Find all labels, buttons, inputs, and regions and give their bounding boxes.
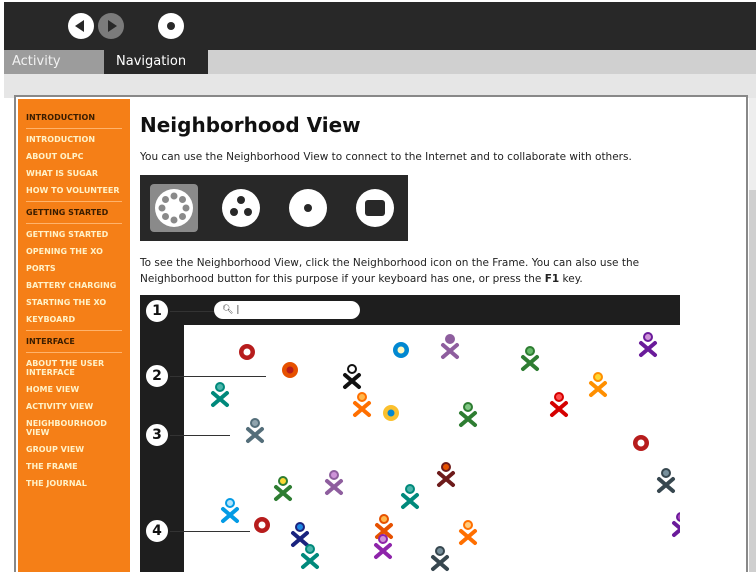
xo-buddy-icon[interactable] [441, 334, 459, 359]
xo-buddy-icon[interactable] [375, 514, 393, 539]
home-button[interactable] [158, 13, 184, 39]
sidebar-link[interactable]: STARTING THE XO [26, 298, 122, 307]
table-of-contents: INTRODUCTION INTRODUCTION ABOUT OLPC WHAT I… [18, 99, 130, 572]
xo-buddy-icon[interactable] [431, 546, 449, 571]
top-toolbar [4, 2, 756, 50]
instructions-paragraph: To see the Neighborhood View, click the … [140, 257, 640, 285]
xo-buddy-icon[interactable] [374, 534, 392, 559]
home-icon[interactable] [284, 184, 332, 232]
page-title: Neighborhood View [140, 113, 361, 137]
sidebar-section-heading[interactable]: GETTING STARTED [26, 208, 122, 217]
network-icon[interactable] [383, 405, 399, 421]
scrollbar-thumb[interactable] [749, 190, 756, 572]
sidebar-link[interactable]: INTRODUCTION [26, 135, 122, 144]
xo-buddy-icon[interactable] [246, 418, 264, 443]
xo-buddy-icon[interactable] [550, 392, 568, 417]
network-icon[interactable] [239, 344, 255, 360]
sidebar-link[interactable]: GROUP VIEW [26, 445, 122, 454]
sidebar-link[interactable]: PORTS [26, 264, 122, 273]
neighborhood-icons-strip [140, 175, 408, 241]
xo-buddy-icon[interactable] [401, 484, 419, 509]
network-icon[interactable] [282, 362, 298, 378]
xo-buddy-icon[interactable] [657, 468, 675, 493]
sidebar-link[interactable]: ABOUT OLPC [26, 152, 122, 161]
sidebar-link[interactable]: BATTERY CHARGING [26, 281, 122, 290]
f1-key: F1 [544, 273, 560, 285]
sidebar-link[interactable]: THE JOURNAL [26, 479, 122, 488]
neighborhood-screenshot: 🔍︎ | 1 2 3 4 [140, 295, 680, 572]
xo-buddy-icon[interactable] [589, 372, 607, 397]
sidebar-link[interactable]: HOW TO VOLUNTEER [26, 186, 122, 195]
network-icon[interactable] [254, 517, 270, 533]
xo-buddy-icon[interactable] [211, 382, 229, 407]
xo-buddy-icon[interactable] [672, 512, 680, 537]
callout-1: 1 [144, 298, 170, 324]
sidebar-link[interactable]: NEIGHBOURHOOD VIEW [26, 419, 122, 437]
document-frame: INTRODUCTION INTRODUCTION ABOUT OLPC WHAT I… [14, 95, 748, 572]
xo-buddy-icon[interactable] [301, 544, 319, 569]
network-icon[interactable] [633, 435, 649, 451]
xo-buddy-icon[interactable] [459, 520, 477, 545]
tab-bar: Activity Navigation [4, 50, 756, 74]
sidebar-link[interactable]: GETTING STARTED [26, 230, 122, 239]
sidebar-link[interactable]: WHAT IS SUGAR [26, 169, 122, 178]
callout-2: 2 [144, 363, 170, 389]
sidebar-link[interactable]: HOME VIEW [26, 385, 122, 394]
intro-paragraph: You can use the Neighborhood View to con… [140, 151, 632, 163]
xo-buddy-icon[interactable] [274, 476, 292, 501]
sidebar-section-heading[interactable]: INTERFACE [26, 337, 122, 346]
tab-activity[interactable]: Activity [4, 50, 104, 74]
activity-icon[interactable] [351, 184, 399, 232]
sidebar-link[interactable]: THE FRAME [26, 462, 122, 471]
tab-navigation[interactable]: Navigation [104, 50, 208, 74]
callout-4: 4 [144, 518, 170, 544]
group-icon[interactable] [217, 184, 265, 232]
back-button[interactable] [68, 13, 94, 39]
main-content: Neighborhood View You can use the Neighb… [140, 101, 740, 287]
back-arrow-icon [68, 13, 94, 39]
scrollbar[interactable] [749, 98, 756, 572]
forward-button[interactable] [98, 13, 124, 39]
xo-buddy-icon[interactable] [639, 332, 657, 357]
xo-buddy-icon[interactable] [521, 346, 539, 371]
callout-3: 3 [144, 422, 170, 448]
xo-buddy-icon[interactable] [291, 522, 309, 547]
sidebar-link[interactable]: KEYBOARD [26, 315, 122, 324]
xo-buddy-icon[interactable] [343, 364, 361, 389]
xo-buddy-icon[interactable] [325, 470, 343, 495]
neighborhood-icon[interactable] [150, 184, 198, 232]
network-icon[interactable] [393, 342, 409, 358]
forward-arrow-icon [98, 13, 124, 39]
sidebar-link[interactable]: ABOUT THE USER INTERFACE [26, 359, 122, 377]
xo-buddy-icon[interactable] [459, 402, 477, 427]
sidebar-section-heading[interactable]: INTRODUCTION [26, 113, 122, 122]
home-dot-icon [158, 13, 184, 39]
xo-buddy-icon[interactable] [221, 498, 239, 523]
xo-buddy-icon[interactable] [353, 392, 371, 417]
sidebar-link[interactable]: OPENING THE XO [26, 247, 122, 256]
sidebar-link[interactable]: ACTIVITY VIEW [26, 402, 122, 411]
xo-buddy-icon[interactable] [437, 462, 455, 487]
